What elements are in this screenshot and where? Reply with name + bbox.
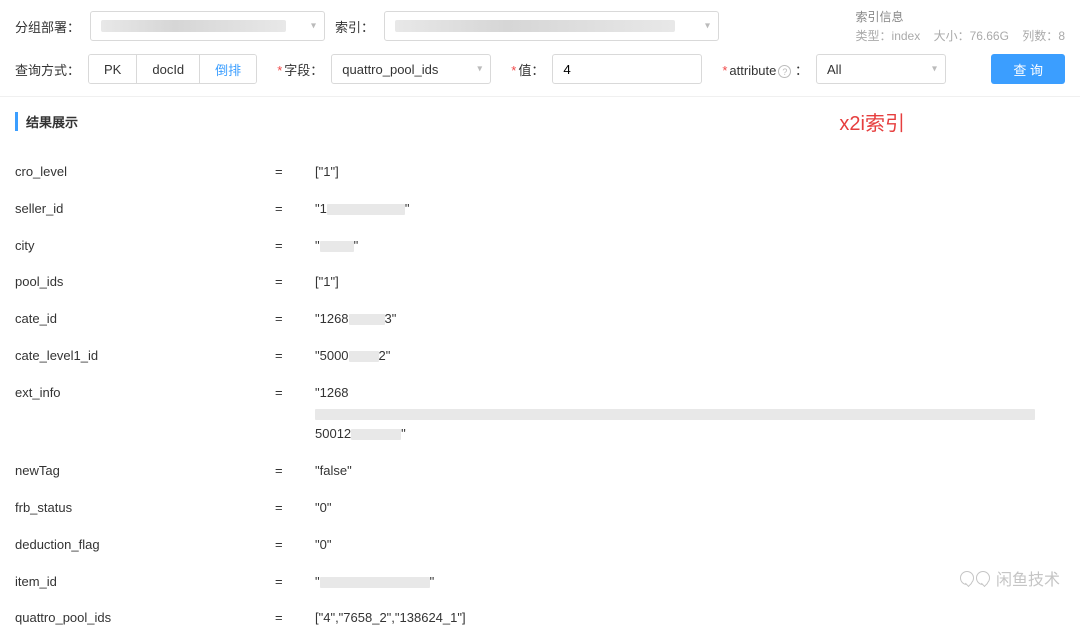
results-title: 结果展示 xyxy=(15,112,78,131)
result-value: "126850012" xyxy=(315,383,1065,445)
result-key: cate_id xyxy=(15,311,275,326)
seg-pk[interactable]: PK xyxy=(89,55,137,83)
result-row: city="" xyxy=(15,228,1065,265)
result-key: ext_info xyxy=(15,385,275,400)
value-input[interactable] xyxy=(552,54,702,84)
index-select[interactable]: ▾ xyxy=(384,11,719,41)
meta-size-value: 76.66G xyxy=(970,29,1009,43)
result-row: item_id="" xyxy=(15,564,1065,601)
equals-sign: = xyxy=(275,537,315,552)
index-badge: x2i索引 xyxy=(839,107,905,136)
result-key: pool_ids xyxy=(15,274,275,289)
result-row: cro_level=["1"] xyxy=(15,154,1065,191)
result-value: "1" xyxy=(315,199,1065,220)
results-header: 结果展示 x2i索引 xyxy=(0,96,1080,150)
query-mode-label: 查询方式： xyxy=(15,60,80,79)
group-label: 分组部署： xyxy=(15,17,80,36)
result-row: deduction_flag="0" xyxy=(15,527,1065,564)
result-row: newTag="false" xyxy=(15,453,1065,490)
index-meta: 索引信息 类型：index 大小：76.66G 列数：8 xyxy=(856,8,1065,44)
equals-sign: = xyxy=(275,238,315,253)
equals-sign: = xyxy=(275,463,315,478)
equals-sign: = xyxy=(275,164,315,179)
result-value: "12683" xyxy=(315,309,1065,330)
chevron-down-icon: ▾ xyxy=(932,64,937,75)
equals-sign: = xyxy=(275,500,315,515)
meta-type-label: 类型： xyxy=(856,29,892,43)
group-value-blurred xyxy=(101,20,286,32)
result-key: cro_level xyxy=(15,164,275,179)
result-value: ["1"] xyxy=(315,162,1065,183)
chevron-down-icon: ▾ xyxy=(477,64,482,75)
meta-col-label: 列数： xyxy=(1022,29,1058,43)
result-key: city xyxy=(15,238,275,253)
results-list: cro_level=["1"]seller_id="1"city=""pool_… xyxy=(0,150,1080,641)
help-icon[interactable]: ? xyxy=(778,65,791,78)
equals-sign: = xyxy=(275,385,315,400)
group-select[interactable]: ▾ xyxy=(90,11,325,41)
result-row: ext_info="126850012" xyxy=(15,375,1065,453)
meta-col-value: 8 xyxy=(1058,29,1065,43)
result-row: quattro_pool_ids=["4","7658_2","138624_1… xyxy=(15,600,1065,637)
result-value: "0" xyxy=(315,498,1065,519)
equals-sign: = xyxy=(275,311,315,326)
result-key: frb_status xyxy=(15,500,275,515)
result-row: seller_id="1" xyxy=(15,191,1065,228)
result-row: frb_status="0" xyxy=(15,490,1065,527)
value-label: 值： xyxy=(518,63,544,78)
result-value: ["1"] xyxy=(315,272,1065,293)
result-value: "" xyxy=(315,236,1065,257)
equals-sign: = xyxy=(275,274,315,289)
watermark-text: 闲鱼技术 xyxy=(996,566,1060,590)
result-value: "50002" xyxy=(315,346,1065,367)
watermark: 闲鱼技术 xyxy=(960,566,1060,590)
attr-label: attribute xyxy=(729,63,776,78)
result-row: cate_level1_id="50002" xyxy=(15,338,1065,375)
field-select[interactable]: quattro_pool_ids ▾ xyxy=(331,54,491,84)
attr-value: All xyxy=(827,62,841,77)
query-button[interactable]: 查 询 xyxy=(991,54,1065,84)
query-mode-segment: PK docId 倒排 xyxy=(88,54,257,84)
result-row: cate_id="12683" xyxy=(15,301,1065,338)
attr-select[interactable]: All ▾ xyxy=(816,54,946,84)
result-key: deduction_flag xyxy=(15,537,275,552)
meta-title: 索引信息 xyxy=(856,8,1065,25)
meta-size-label: 大小： xyxy=(934,29,970,43)
index-value-blurred xyxy=(395,20,675,32)
seg-docid[interactable]: docId xyxy=(137,55,200,83)
index-label: 索引： xyxy=(335,17,374,36)
chevron-down-icon: ▾ xyxy=(311,21,316,32)
result-key: item_id xyxy=(15,574,275,589)
field-label: 字段： xyxy=(284,63,323,78)
chevron-down-icon: ▾ xyxy=(705,21,710,32)
wechat-icon xyxy=(960,571,990,585)
meta-type-value: index xyxy=(892,29,921,43)
equals-sign: = xyxy=(275,201,315,216)
result-value: ["4","7658_2","138624_1"] xyxy=(315,608,1065,629)
field-value: quattro_pool_ids xyxy=(342,62,438,77)
result-value: "false" xyxy=(315,461,1065,482)
result-key: seller_id xyxy=(15,201,275,216)
result-key: newTag xyxy=(15,463,275,478)
seg-inverted[interactable]: 倒排 xyxy=(200,55,256,83)
result-key: cate_level1_id xyxy=(15,348,275,363)
filter-row-1: 分组部署： ▾ 索引： ▾ 索引信息 类型：index 大小：76.66G 列数… xyxy=(0,0,1080,48)
result-value: "0" xyxy=(315,535,1065,556)
result-row: pool_ids=["1"] xyxy=(15,264,1065,301)
equals-sign: = xyxy=(275,348,315,363)
equals-sign: = xyxy=(275,574,315,589)
result-value: "" xyxy=(315,572,1065,593)
filter-row-2: 查询方式： PK docId 倒排 *字段： quattro_pool_ids … xyxy=(0,48,1080,96)
